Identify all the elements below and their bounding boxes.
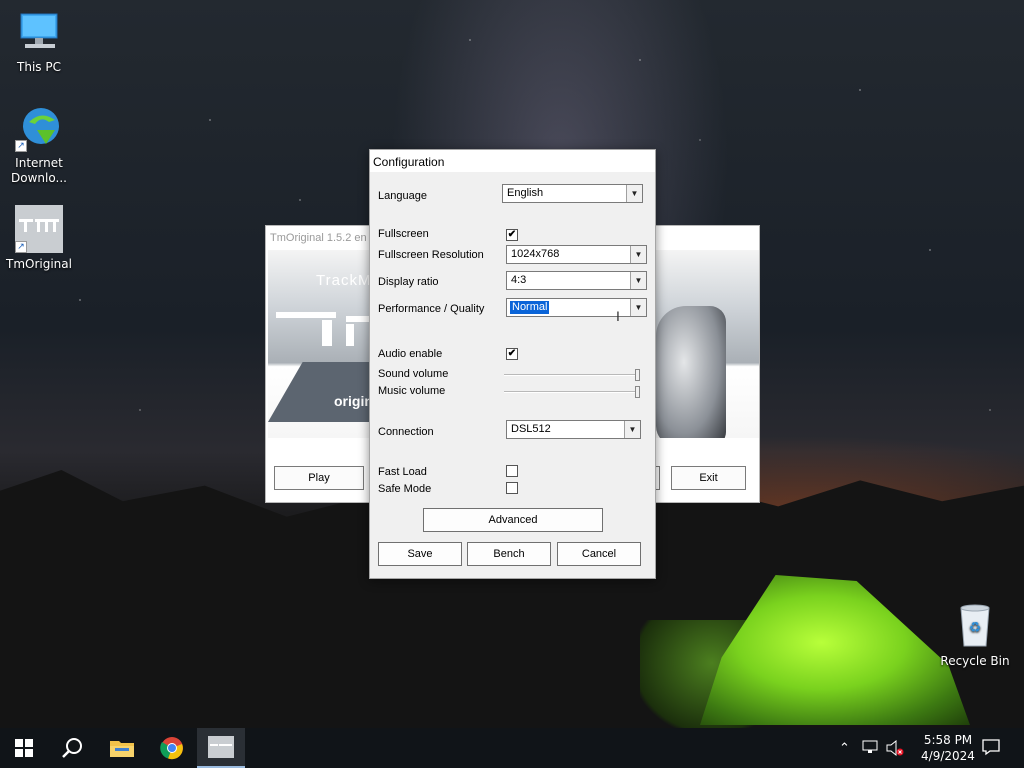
start-button[interactable] [0,728,48,768]
taskbar: ⌃ 5:58 PM 4/9/2024 [0,728,1024,768]
trackmania-logo [276,312,376,348]
language-label: Language [378,190,427,202]
shortcut-arrow-icon: ↗ [15,241,27,253]
svg-text:♻: ♻ [969,620,982,636]
desktop-icon-tmoriginal[interactable]: ↗ TmOriginal [1,205,77,272]
connection-label: Connection [378,426,434,438]
play-button[interactable]: Play [274,466,364,490]
performance-label: Performance / Quality [378,303,485,315]
chrome-button[interactable] [148,728,196,768]
fast-load-label: Fast Load [378,466,427,478]
internet-download-manager-icon: ↗ [15,104,63,152]
advanced-button[interactable]: Advanced [423,508,603,532]
banner-logo-text: TrackM [316,272,372,289]
save-button[interactable]: Save [378,542,462,566]
fullscreen-label: Fullscreen [378,228,429,240]
performance-select[interactable]: Normal ▼ [506,298,647,317]
chevron-down-icon[interactable]: ▼ [624,421,640,438]
volume-muted-icon[interactable] [886,739,904,759]
shortcut-arrow-icon: ↗ [15,140,27,152]
slider-thumb[interactable] [635,386,640,398]
connection-select[interactable]: DSL512 ▼ [506,420,641,439]
display-ratio-value: 4:3 [511,274,527,286]
network-icon[interactable] [862,740,878,757]
clock-date: 4/9/2024 [921,749,975,763]
desktop-icon-internet-download-manager[interactable]: ↗ Internet Downlo... [1,104,77,186]
safe-mode-checkbox[interactable] [506,482,518,494]
connection-value: DSL512 [511,423,551,435]
chevron-down-icon[interactable]: ▼ [626,185,642,202]
file-explorer-icon [110,741,134,757]
sound-volume-label: Sound volume [378,368,449,380]
tmoriginal-icon [208,736,234,758]
desktop-icon-label: TmOriginal [6,257,72,271]
notification-icon[interactable] [982,738,1000,759]
tmoriginal-taskbar-button[interactable] [197,728,245,768]
desktop-icon-label: Internet Downlo... [11,156,67,185]
rally-car-image [656,306,726,438]
slider-thumb[interactable] [635,369,640,381]
cancel-button[interactable]: Cancel [557,542,641,566]
chevron-down-icon[interactable]: ▼ [630,299,646,316]
clock-time: 5:58 PM [923,733,973,747]
exit-button[interactable]: Exit [671,466,746,490]
language-select[interactable]: English ▼ [502,184,643,203]
dialog-title: Configuration [370,150,655,172]
chrome-icon [160,737,183,760]
resolution-value: 1024x768 [511,248,560,260]
desktop-icon-recycle-bin[interactable]: ♻ Recycle Bin [937,602,1013,669]
system-clock[interactable]: 5:58 PM 4/9/2024 [918,732,978,764]
bench-button[interactable]: Bench [467,542,551,566]
resolution-label: Fullscreen Resolution [378,249,484,261]
banner-origin-text: origin [334,393,373,409]
slider-track [504,374,640,376]
tmoriginal-icon: ↗ [15,205,63,253]
music-volume-slider[interactable] [504,386,640,398]
slider-track [504,391,640,393]
desktop-icon-label: This PC [17,60,61,74]
audio-label: Audio enable [378,348,443,360]
display-ratio-label: Display ratio [378,276,439,288]
search-button[interactable] [48,728,96,768]
configuration-dialog: Configuration Language English ▼ Fullscr… [369,149,656,579]
language-value: English [507,187,544,199]
fast-load-checkbox[interactable] [506,465,518,477]
this-pc-icon [15,8,63,56]
start-icon [15,739,33,757]
resolution-select[interactable]: 1024x768 ▼ [506,245,647,264]
search-icon [62,738,82,758]
sound-volume-slider[interactable] [504,369,640,381]
text-cursor-icon: Ι [616,308,620,324]
desktop-icon-label: Recycle Bin [940,654,1010,668]
chevron-down-icon[interactable]: ▼ [630,246,646,263]
audio-checkbox[interactable]: ✔ [506,348,518,360]
desktop-icon-this-pc[interactable]: This PC [1,8,77,75]
display-ratio-select[interactable]: 4:3 ▼ [506,271,647,290]
chevron-up-icon[interactable]: ⌃ [839,740,850,756]
file-explorer-button[interactable] [98,728,146,768]
recycle-bin-icon: ♻ [951,602,999,650]
chevron-down-icon[interactable]: ▼ [630,272,646,289]
fullscreen-checkbox[interactable]: ✔ [506,229,518,241]
safe-mode-label: Safe Mode [378,483,432,495]
music-volume-label: Music volume [378,385,446,397]
performance-value[interactable]: Normal [508,300,551,315]
